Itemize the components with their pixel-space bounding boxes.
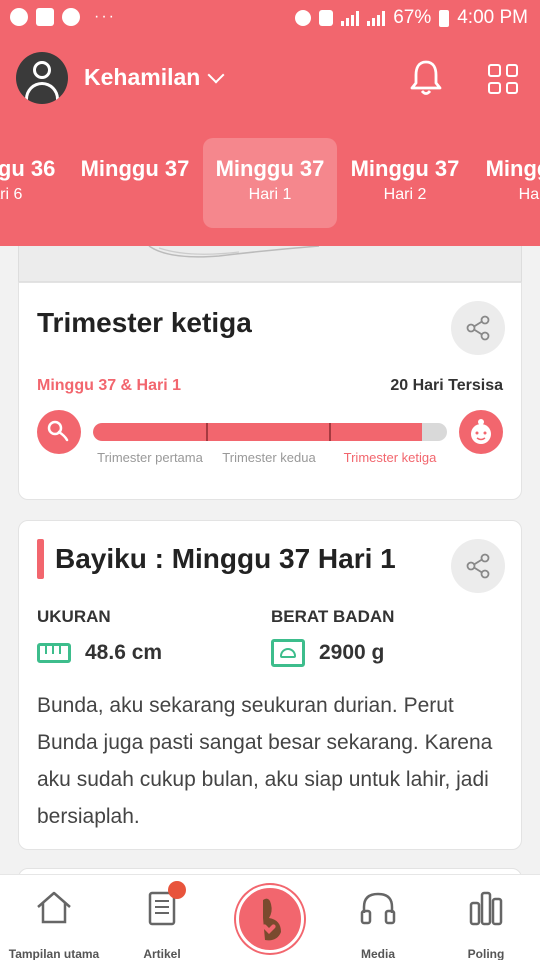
tab-week-label: Minggu 37 — [350, 156, 460, 181]
baby-face-icon — [459, 410, 503, 454]
week-day-tabs: Minggu 36 Hari 6 Minggu 37 Minggu 37 Har… — [0, 136, 540, 231]
tab-day-label: Hari 3 — [518, 186, 540, 203]
nav-media-label: Media — [360, 947, 395, 960]
share-icon — [466, 315, 490, 341]
signal-icon-2 — [367, 10, 386, 26]
trimester-label-third: Trimester ketiga — [343, 450, 437, 465]
battery-percent: 67% — [393, 7, 432, 28]
baby-description: Bunda, aku sekarang seukuran durian. Per… — [37, 694, 493, 828]
tab-week37-day1[interactable]: Minggu 37 Hari 1 — [203, 138, 337, 228]
progress-fill — [93, 423, 423, 441]
poll-chart-icon — [469, 891, 503, 926]
ruler-icon — [37, 643, 71, 663]
title-accent-bar — [37, 539, 44, 579]
size-label: UKURAN — [37, 607, 111, 626]
tab-week37-day2[interactable]: Minggu 37 Hari 2 — [338, 138, 472, 228]
home-icon — [37, 891, 71, 924]
share-icon — [466, 553, 490, 579]
section-title: Kehamilan — [84, 64, 201, 90]
tab-week-label: Minggu 37 — [215, 156, 325, 181]
nav-polls-label: Poling — [467, 947, 505, 960]
more-notifications-icon: ··· — [94, 8, 116, 25]
battery-icon — [439, 9, 450, 27]
tab-day-label: Hari 2 — [383, 186, 427, 203]
nav-home[interactable]: Tampilan utama — [0, 889, 108, 960]
trimester-title: Trimester ketiga — [37, 307, 252, 338]
bottom-navigation: Tampilan utama Artikel Media Poling — [0, 874, 540, 960]
alarm-icon — [295, 10, 312, 26]
weight-label: BERAT BADAN — [271, 607, 395, 626]
profile-avatar-icon[interactable] — [16, 52, 68, 104]
tab-week-label: Minggu 37 — [80, 156, 190, 181]
tab-week-label: Minggu 37 — [485, 156, 540, 181]
app-header: Kehamilan Minggu 36 Hari 6 Minggu 37 Min… — [0, 36, 540, 246]
pregnancy-center-button[interactable] — [236, 885, 304, 953]
signal-icon — [341, 10, 360, 26]
size-value: 48.6 cm — [85, 641, 163, 664]
trimester-divider — [206, 423, 208, 441]
tab-day-label: Hari 1 — [248, 186, 292, 203]
section-dropdown[interactable]: Kehamilan — [84, 64, 225, 91]
headphones-icon — [360, 892, 396, 925]
tab-week37[interactable]: Minggu 37 — [68, 138, 202, 228]
current-week-label: Minggu 37 & Hari 1 — [37, 377, 182, 394]
tab-day-label: Hari 6 — [0, 186, 23, 203]
whatsapp-notification-icon — [62, 8, 80, 26]
nav-articles[interactable]: Artikel — [108, 889, 216, 960]
facebook-notification-icon — [10, 8, 28, 26]
pregnancy-progress-bar — [93, 423, 447, 441]
nav-polls[interactable]: Poling — [432, 889, 540, 960]
baby-card-title: Bayiku : Minggu 37 Hari 1 — [55, 543, 396, 574]
trimester-card: Trimester ketiga Minggu 37 & Hari 1 20 H… — [18, 282, 522, 500]
clock: 4:00 PM — [457, 7, 528, 28]
pregnant-woman-icon — [262, 898, 281, 941]
trimester-label-first: Trimester pertama — [97, 450, 203, 465]
nav-media[interactable]: Media — [324, 889, 432, 960]
trimester-divider — [329, 423, 331, 441]
baby-illustration — [18, 245, 522, 282]
tab-week37-day3[interactable]: Minggu 37 Hari 3 — [473, 138, 540, 228]
trimester-label-second: Trimester kedua — [222, 450, 316, 465]
bell-icon[interactable] — [408, 58, 444, 98]
tab-week-label: Minggu 36 — [0, 156, 56, 181]
share-button[interactable] — [451, 539, 505, 593]
weight-value: 2900 g — [319, 641, 385, 664]
grid-menu-icon[interactable] — [488, 64, 518, 94]
baby-info-card: Bayiku : Minggu 37 Hari 1 UKURAN BERAT B… — [18, 520, 522, 850]
nav-articles-label: Artikel — [143, 947, 181, 960]
status-bar: ··· 67% 4:00 PM — [0, 0, 540, 36]
shop-notification-icon — [36, 8, 54, 26]
illustration-lines — [148, 245, 320, 258]
weighing-scale-icon — [271, 639, 305, 667]
days-remaining-label: 20 Hari Tersisa — [390, 377, 503, 394]
fetus-icon — [37, 410, 81, 454]
nav-home-label: Tampilan utama — [8, 947, 100, 960]
tab-week36-day6[interactable]: Minggu 36 Hari 6 — [0, 138, 68, 228]
chevron-down-icon — [207, 66, 225, 83]
notification-badge — [168, 881, 186, 899]
share-button[interactable] — [451, 301, 505, 355]
nfc-icon — [319, 10, 334, 26]
